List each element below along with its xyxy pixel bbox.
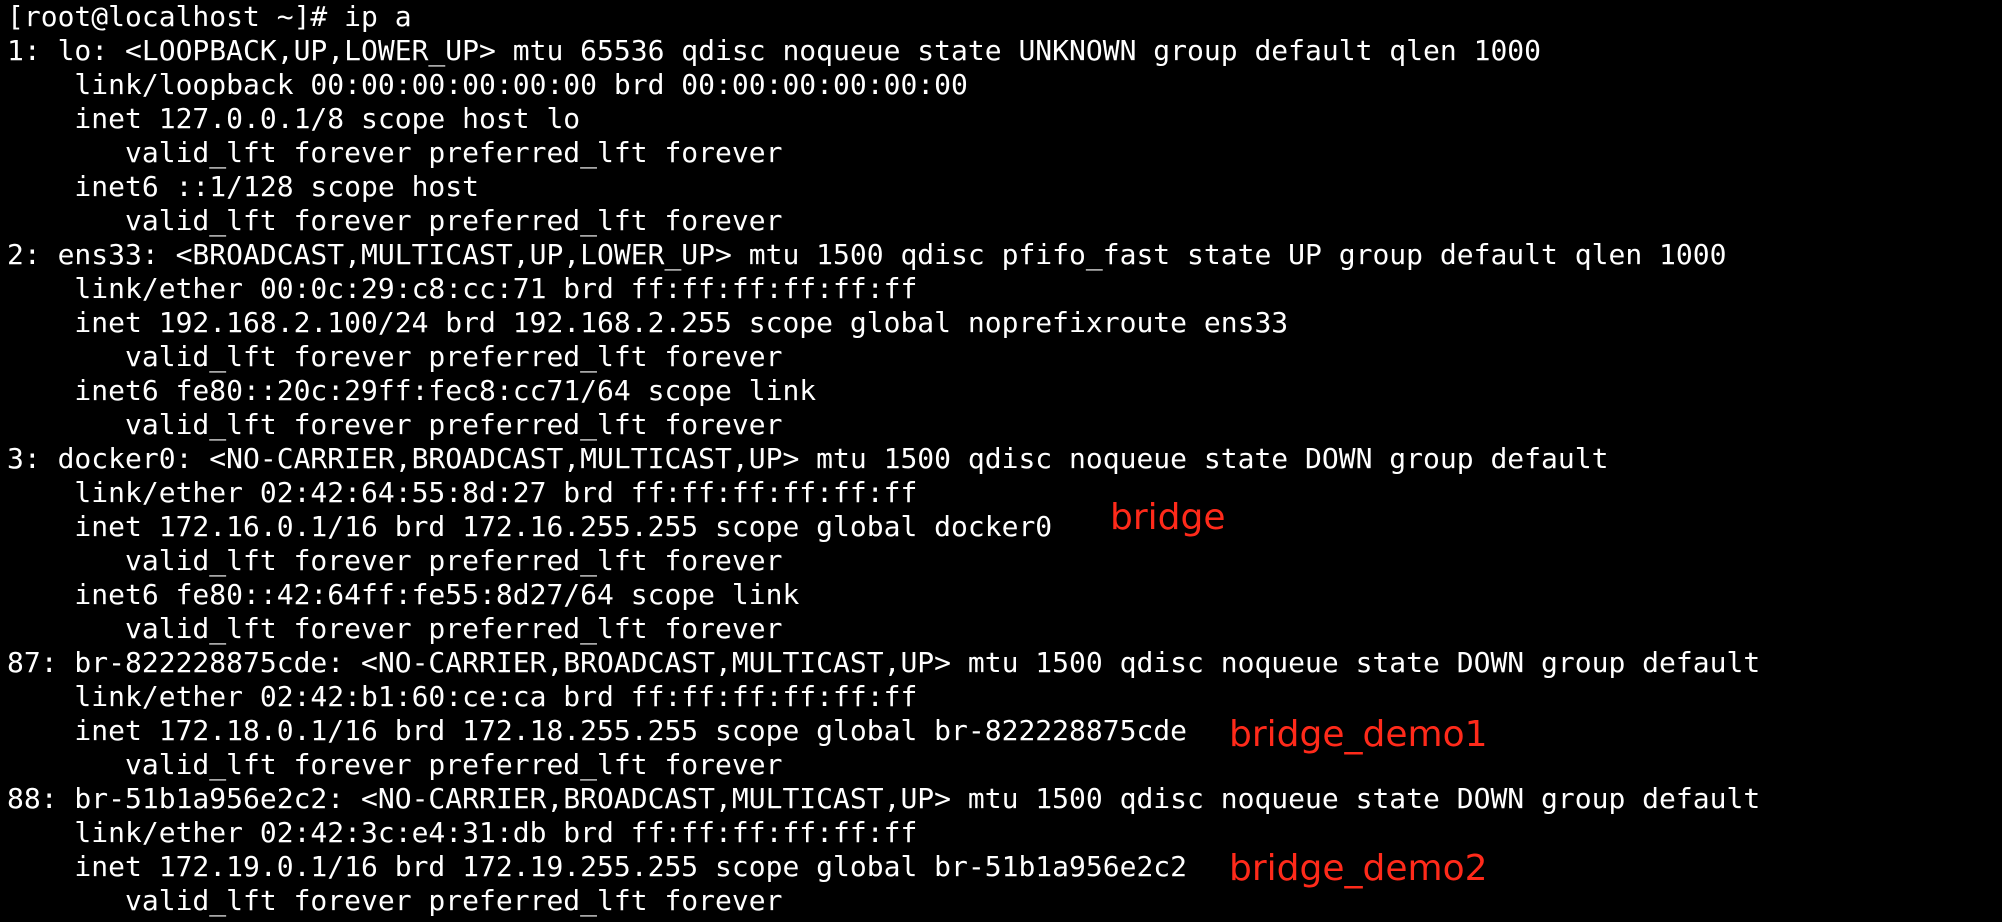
terminal-line: inet 172.19.0.1/16 brd 172.19.255.255 sc… [7,850,1188,883]
terminal-line: valid_lft forever preferred_lft forever [7,136,783,169]
terminal-line: 3: docker0: <NO-CARRIER,BROADCAST,MULTIC… [7,442,1609,475]
annotation-bridge: bridge [1110,497,1226,538]
terminal-line: link/ether 02:42:3c:e4:31:db brd ff:ff:f… [7,816,918,849]
terminal-window[interactable]: [root@localhost ~]# ip a 1: lo: <LOOPBAC… [0,0,2002,922]
annotation-bridge-demo2: bridge_demo2 [1229,848,1488,889]
terminal-line: inet6 fe80::42:64ff:fe55:8d27/64 scope l… [7,578,800,611]
terminal-line: inet6 fe80::20c:29ff:fec8:cc71/64 scope … [7,374,817,407]
terminal-line: valid_lft forever preferred_lft forever [7,408,783,441]
annotation-bridge-demo1: bridge_demo1 [1229,714,1488,755]
terminal-line: link/loopback 00:00:00:00:00:00 brd 00:0… [7,68,968,101]
terminal-line: valid_lft forever preferred_lft forever [7,612,783,645]
terminal-line: link/ether 02:42:b1:60:ce:ca brd ff:ff:f… [7,680,918,713]
terminal-line: valid_lft forever preferred_lft forever [7,544,783,577]
terminal-line: 87: br-822228875cde: <NO-CARRIER,BROADCA… [7,646,1761,679]
terminal-line: inet 172.18.0.1/16 brd 172.18.255.255 sc… [7,714,1188,747]
terminal-line: inet 172.16.0.1/16 brd 172.16.255.255 sc… [7,510,1053,543]
terminal-line: inet6 ::1/128 scope host [7,170,480,203]
terminal-line: 2: ens33: <BROADCAST,MULTICAST,UP,LOWER_… [7,238,1727,271]
terminal-line: inet 127.0.0.1/8 scope host lo [7,102,581,135]
terminal-line: 1: lo: <LOOPBACK,UP,LOWER_UP> mtu 65536 … [7,34,1542,67]
terminal-line: valid_lft forever preferred_lft forever [7,204,783,237]
terminal-line: valid_lft forever preferred_lft forever [7,884,783,917]
terminal-line: 88: br-51b1a956e2c2: <NO-CARRIER,BROADCA… [7,782,1761,815]
terminal-line: valid_lft forever preferred_lft forever [7,748,783,781]
terminal-line: inet 192.168.2.100/24 brd 192.168.2.255 … [7,306,1289,339]
terminal-line: valid_lft forever preferred_lft forever [7,340,783,373]
terminal-line: link/ether 02:42:64:55:8d:27 brd ff:ff:f… [7,476,918,509]
terminal-line: link/ether 00:0c:29:c8:cc:71 brd ff:ff:f… [7,272,918,305]
terminal-line-prompt: [root@localhost ~]# ip a [7,0,412,33]
